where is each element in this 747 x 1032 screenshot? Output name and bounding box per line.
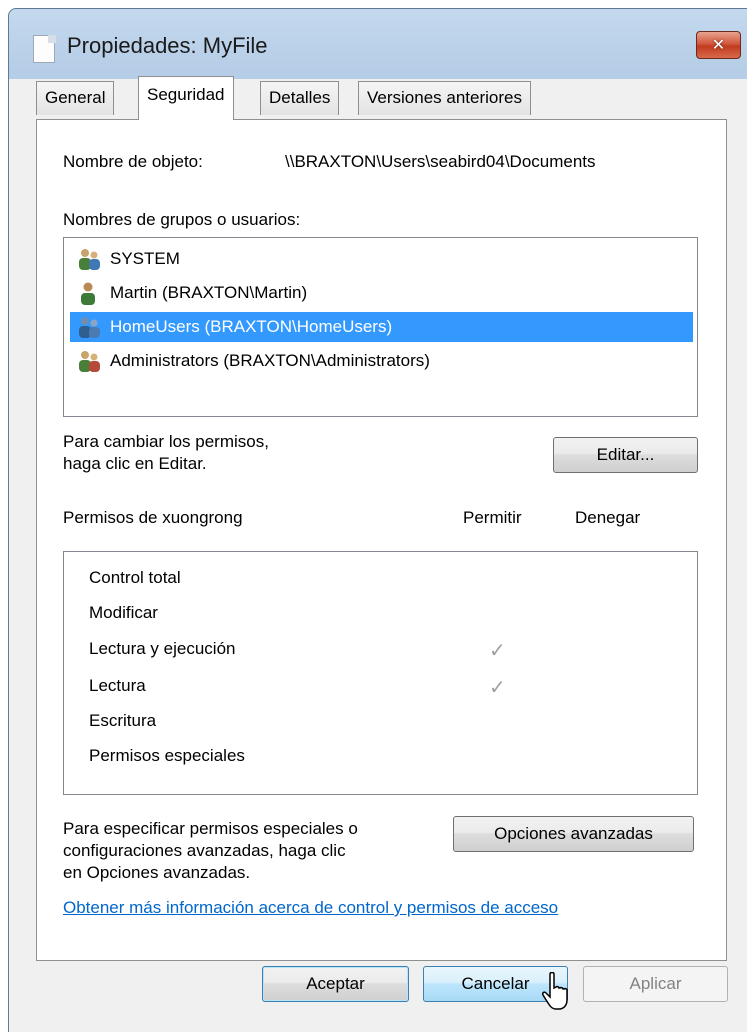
access-control-help-link[interactable]: Obtener más información acerca de contro… <box>63 898 558 918</box>
user-icon <box>81 282 95 305</box>
mouse-cursor-icon <box>542 972 568 1010</box>
hint-line: haga clic en Editar. <box>63 454 207 473</box>
permission-row: Lectura y ejecución <box>89 639 236 658</box>
user-name: Administrators (BRAXTON\Administrators) <box>110 351 430 370</box>
list-item-martin[interactable]: Martin (BRAXTON\Martin) <box>70 278 693 308</box>
document-fold <box>48 35 56 43</box>
ok-button[interactable]: Aceptar <box>262 966 409 1002</box>
permissions-label: Permisos de xuongrong <box>63 508 243 527</box>
allow-check-icon: ✓ <box>489 677 506 699</box>
permission-row: Escritura <box>89 711 157 730</box>
list-item-administrators[interactable]: Administrators (BRAXTON\Administrators) <box>70 346 693 376</box>
edit-button[interactable]: Editar... <box>553 437 698 473</box>
object-name-value: \\BRAXTON\Users\seabird04\Documents <box>285 152 596 171</box>
permission-row: Control total <box>89 568 181 587</box>
permissions-list: Control total Modificar Lectura y ejecuc… <box>63 551 698 795</box>
window-title: Propiedades: MyFile <box>67 33 268 58</box>
users-group-icon <box>79 317 100 338</box>
close-icon: ✕ <box>711 35 726 54</box>
tab-detalles[interactable]: Detalles <box>260 81 340 115</box>
tab-general[interactable]: General <box>36 81 115 115</box>
tab-seguridad[interactable]: Seguridad <box>138 76 234 120</box>
object-name-label: Nombre de objeto: <box>63 152 203 171</box>
users-group-icon <box>79 351 100 372</box>
title-bar[interactable]: Propiedades: MyFile ✕ <box>9 9 747 79</box>
change-permissions-hint: Para cambiar los permisos, haga clic en … <box>63 431 269 475</box>
users-listbox[interactable]: SYSTEM Martin (BRAXTON\Martin) HomeUsers… <box>63 237 698 417</box>
hint-line: Para especificar permisos especiales o <box>63 819 358 838</box>
tab-versiones-anteriores[interactable]: Versiones anteriores <box>358 81 531 115</box>
groups-label: Nombres de grupos o usuarios: <box>63 210 301 229</box>
allow-column-header: Permitir <box>463 508 522 527</box>
permission-row: Modificar <box>89 603 158 622</box>
allow-check-icon: ✓ <box>489 640 506 662</box>
deny-column-header: Denegar <box>575 508 641 527</box>
hint-line: en Opciones avanzadas. <box>63 863 251 882</box>
hint-line: Para cambiar los permisos, <box>63 432 269 451</box>
list-item-system[interactable]: SYSTEM <box>70 244 693 274</box>
hint-line: configuraciones avanzadas, haga clic <box>63 841 346 860</box>
user-name: SYSTEM <box>110 249 180 268</box>
permission-row: Permisos especiales <box>89 746 245 765</box>
apply-button[interactable]: Aplicar <box>583 966 728 1002</box>
list-item-homeusers[interactable]: HomeUsers (BRAXTON\HomeUsers) <box>70 312 693 342</box>
permission-row: Lectura <box>89 676 146 695</box>
advanced-hint: Para especificar permisos especiales o c… <box>63 818 358 884</box>
users-group-icon <box>79 249 100 270</box>
user-name: HomeUsers (BRAXTON\HomeUsers) <box>110 317 393 336</box>
advanced-options-button[interactable]: Opciones avanzadas <box>453 816 694 852</box>
user-name: Martin (BRAXTON\Martin) <box>110 283 308 302</box>
close-button[interactable]: ✕ <box>696 31 741 59</box>
